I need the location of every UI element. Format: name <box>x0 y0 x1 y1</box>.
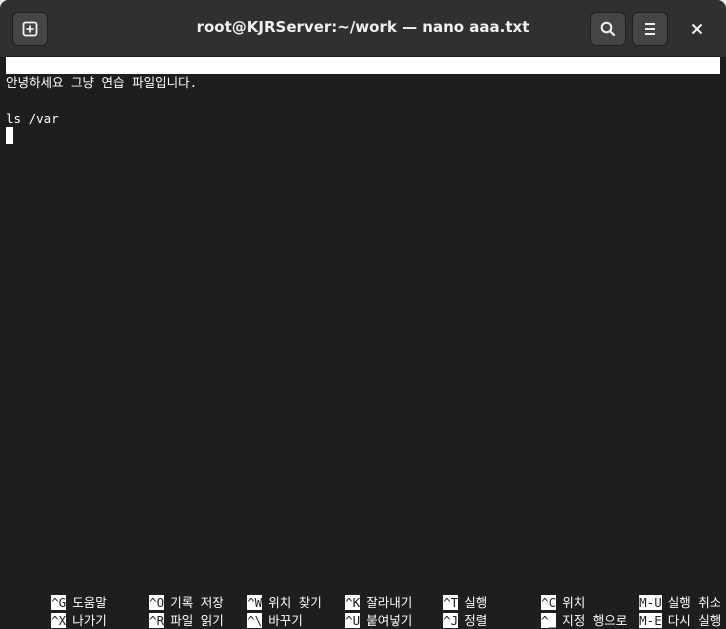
hamburger-menu-icon <box>645 23 655 35</box>
close-icon <box>691 23 703 35</box>
new-tab-button[interactable] <box>12 12 48 46</box>
terminal-window: root@KJRServer:~/work — nano aaa.txt GNU… <box>0 0 726 629</box>
shortcut-key: ^\ <box>247 613 263 628</box>
shortcut-label: 나가기 <box>72 613 107 628</box>
shortcut-label: 다시 실행 <box>667 613 722 628</box>
text-cursor <box>6 127 13 144</box>
terminal-scrollbar[interactable] <box>720 57 726 629</box>
terminal-content[interactable]: GNU nano 5.6.1 aaa.txt 수정함 안녕하세요 그냥 연습 파… <box>6 56 721 629</box>
shortcut-key: ^X <box>51 613 67 628</box>
shortcut-exit[interactable]: ^X 나가기 <box>6 595 107 628</box>
search-button[interactable] <box>590 12 626 46</box>
shortcut-label: 정렬 <box>464 613 488 628</box>
menu-button[interactable] <box>632 12 668 46</box>
new-tab-icon <box>22 21 38 37</box>
titlebar[interactable]: root@KJRServer:~/work — nano aaa.txt <box>0 0 726 58</box>
shortcut-label: 바꾸기 <box>268 613 303 628</box>
editor-line[interactable]: ls /var <box>6 110 720 128</box>
shortcut-location[interactable]: ^C 위치 <box>496 577 585 610</box>
nano-status-bar: GNU nano 5.6.1 aaa.txt 수정함 <box>6 57 720 127</box>
shortcut-key: ^J <box>443 613 459 628</box>
shortcut-replace[interactable]: ^\ 바꾸기 <box>202 595 303 628</box>
shortcut-redo[interactable]: M-E 다시 실행 <box>594 595 721 628</box>
window-title: root@KJRServer:~/work — nano aaa.txt <box>196 18 530 36</box>
editor-line[interactable] <box>6 92 720 110</box>
shortcut-cut[interactable]: ^K 잘라내기 <box>300 577 412 610</box>
shortcut-key: M-E <box>639 613 662 628</box>
shortcut-justify[interactable]: ^J 정렬 <box>398 595 487 628</box>
shortcut-undo[interactable]: M-U 실행 취소 <box>594 577 721 610</box>
shortcut-key: ^R <box>149 613 165 628</box>
shortcut-help[interactable]: ^G 도움말 <box>6 577 107 610</box>
shortcut-key: ^_ <box>541 613 557 628</box>
editor-line[interactable]: 안녕하세요 그냥 연습 파일입니다. <box>6 74 720 92</box>
close-button[interactable] <box>685 17 709 41</box>
shortcut-paste[interactable]: ^U 붙여넣기 <box>300 595 412 628</box>
shortcut-key: ^U <box>345 613 361 628</box>
shortcut-execute[interactable]: ^T 실행 <box>398 577 487 610</box>
search-icon <box>600 21 616 37</box>
